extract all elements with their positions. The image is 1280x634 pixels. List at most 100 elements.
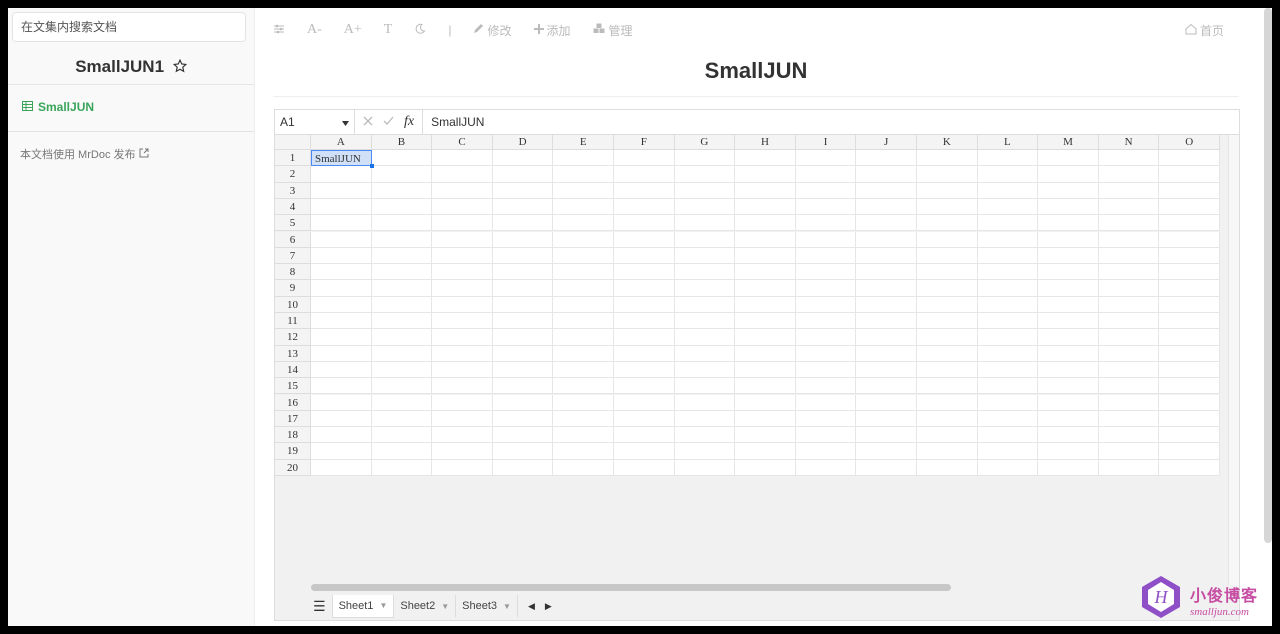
grid-cell[interactable] — [856, 313, 917, 330]
column-header[interactable]: M — [1038, 135, 1099, 150]
grid-cell[interactable] — [553, 345, 614, 362]
grid-cell[interactable] — [614, 231, 675, 248]
grid-cell[interactable] — [856, 198, 917, 216]
grid-cell[interactable] — [1159, 182, 1220, 199]
grid-cell[interactable] — [311, 378, 372, 395]
grid-cell[interactable] — [674, 427, 736, 444]
grid-cell[interactable] — [674, 459, 736, 476]
grid-cell[interactable] — [977, 345, 1039, 362]
grid-cell[interactable] — [1159, 247, 1220, 265]
grid-cell[interactable] — [311, 296, 372, 313]
grid-cell[interactable] — [856, 264, 917, 281]
column-header[interactable]: D — [492, 135, 554, 150]
grid-cell[interactable] — [977, 443, 1039, 460]
edit-button[interactable]: 修改 — [473, 22, 512, 39]
grid-cell[interactable] — [553, 215, 614, 232]
grid-cell[interactable] — [674, 166, 736, 183]
grid-cell[interactable] — [674, 378, 736, 395]
grid-cell[interactable] — [492, 280, 554, 297]
grid-cell[interactable] — [795, 280, 857, 297]
row-header[interactable]: 10 — [275, 296, 311, 313]
grid-cell[interactable] — [1159, 264, 1220, 281]
grid-cell[interactable] — [917, 394, 978, 411]
cancel-icon[interactable] — [363, 115, 373, 129]
grid-cell[interactable] — [795, 459, 857, 476]
grid-cell[interactable] — [614, 410, 675, 428]
next-sheet-icon[interactable]: ▶ — [545, 601, 552, 612]
star-icon[interactable] — [172, 49, 187, 87]
grid-cell[interactable] — [856, 329, 917, 346]
grid-cell[interactable] — [735, 313, 796, 330]
grid-cell[interactable] — [795, 313, 857, 330]
grid-cell[interactable] — [553, 166, 614, 183]
grid-cell[interactable] — [856, 231, 917, 248]
grid-cell[interactable] — [553, 443, 614, 460]
grid-cell[interactable] — [917, 427, 978, 444]
grid-cell[interactable] — [977, 166, 1039, 183]
grid-cell[interactable] — [614, 264, 675, 281]
font-type-button[interactable]: T — [384, 22, 393, 38]
grid-cell[interactable] — [674, 150, 736, 167]
grid-cell[interactable] — [553, 280, 614, 297]
grid-cell[interactable] — [371, 410, 433, 428]
page-scrollbar[interactable] — [1264, 8, 1272, 543]
grid-cell[interactable] — [553, 410, 614, 428]
grid-cell[interactable] — [1098, 329, 1160, 346]
grid-cell[interactable] — [432, 378, 493, 395]
grid-cell[interactable] — [674, 198, 736, 216]
grid-cell[interactable] — [917, 378, 978, 395]
grid-cell[interactable] — [1159, 443, 1220, 460]
grid-cell[interactable] — [311, 443, 372, 460]
grid-cell[interactable] — [674, 345, 736, 362]
grid-cell[interactable] — [371, 215, 433, 232]
grid-cell[interactable] — [1159, 231, 1220, 248]
grid-cell[interactable] — [553, 329, 614, 346]
grid-cell[interactable] — [1159, 394, 1220, 411]
grid-cell[interactable] — [856, 280, 917, 297]
grid-cell[interactable] — [432, 198, 493, 216]
grid-cell[interactable] — [432, 215, 493, 232]
grid-cell[interactable] — [371, 280, 433, 297]
grid-cell[interactable] — [614, 198, 675, 216]
grid-cell[interactable] — [311, 280, 372, 297]
row-header[interactable]: 20 — [275, 459, 311, 476]
grid-cell[interactable] — [977, 231, 1039, 248]
grid-cell[interactable] — [735, 427, 796, 444]
grid-cell[interactable] — [1098, 247, 1160, 265]
grid-cell[interactable] — [977, 264, 1039, 281]
grid-cell[interactable] — [311, 394, 372, 411]
grid-cell[interactable] — [311, 198, 372, 216]
grid-cell[interactable] — [1098, 361, 1160, 379]
grid-cell[interactable] — [492, 394, 554, 411]
grid-cell[interactable] — [917, 361, 978, 379]
grid-cell[interactable] — [311, 231, 372, 248]
grid-cell[interactable] — [1098, 198, 1160, 216]
grid-cell[interactable] — [553, 427, 614, 444]
grid-cell[interactable] — [1159, 459, 1220, 476]
grid-cell[interactable] — [553, 459, 614, 476]
grid-cell[interactable] — [311, 410, 372, 428]
manage-button[interactable]: 管理 — [593, 22, 633, 39]
vertical-scrollbar[interactable] — [1228, 135, 1239, 585]
column-header[interactable]: I — [795, 135, 857, 150]
grid-cell[interactable] — [371, 443, 433, 460]
grid-cell[interactable] — [1098, 427, 1160, 444]
grid-cell[interactable] — [553, 198, 614, 216]
grid-cell[interactable] — [553, 361, 614, 379]
grid-cell[interactable] — [735, 443, 796, 460]
grid-cell[interactable] — [1159, 166, 1220, 183]
grid-cell[interactable] — [492, 182, 554, 199]
grid-cell[interactable] — [432, 231, 493, 248]
grid-cell[interactable] — [735, 296, 796, 313]
grid-cell[interactable] — [795, 198, 857, 216]
grid-cell[interactable] — [977, 198, 1039, 216]
grid-cell[interactable] — [1038, 296, 1099, 313]
grid-cell[interactable] — [795, 166, 857, 183]
grid-cell[interactable] — [735, 231, 796, 248]
cell-reference-select[interactable]: A1 — [275, 110, 355, 134]
grid-cell[interactable] — [735, 410, 796, 428]
column-header[interactable]: J — [856, 135, 917, 150]
grid-cell[interactable] — [492, 410, 554, 428]
grid-cell[interactable] — [371, 427, 433, 444]
grid-cell[interactable] — [492, 329, 554, 346]
